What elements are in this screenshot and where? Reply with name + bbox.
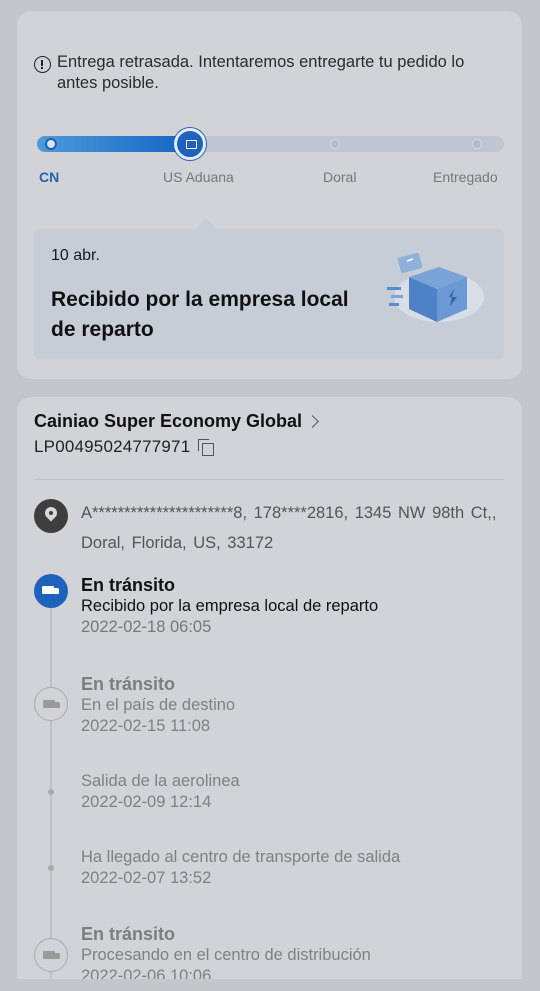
truck-icon [34, 574, 68, 608]
progress-fill [37, 136, 187, 152]
stage-label-doral: Doral [323, 169, 357, 185]
stage-dot-doral [330, 139, 340, 149]
event-time: 2022-02-07 13:52 [81, 869, 212, 887]
timeline-dot [48, 789, 54, 795]
bottom-edge [0, 979, 540, 991]
event-time: 2022-02-09 12:14 [81, 793, 212, 811]
event-description: Ha llegado al centro de transporte de sa… [81, 848, 401, 866]
stage-dot-current [174, 128, 206, 160]
timeline-event: Ha llegado al centro de transporte de sa… [81, 847, 511, 889]
event-description: Recibido por la empresa local de reparto [81, 597, 379, 615]
stage-label-delivered: Entregado [433, 169, 498, 185]
truck-icon [34, 687, 68, 721]
event-time: 2022-02-15 11:08 [81, 717, 211, 735]
delay-message: Entrega retrasada. Intentaremos entregar… [57, 53, 465, 92]
delivery-address: A**********************8, 178****2816, 1… [81, 504, 497, 552]
event-description: En el país de destino [81, 696, 236, 714]
timeline-dot [48, 865, 54, 871]
event-title: En tránsito [81, 924, 176, 944]
location-pin-icon [34, 499, 68, 533]
event-description: Procesando en el centro de distribución [81, 946, 371, 964]
progress-track [37, 128, 504, 160]
package-illustration-icon [387, 252, 484, 322]
event-title: En tránsito [81, 575, 176, 595]
stage-label-cn: CN [39, 169, 60, 185]
delay-notice: Entrega retrasada. Intentaremos entregar… [34, 52, 504, 94]
shipment-status-card: Entrega retrasada. Intentaremos entregar… [17, 11, 522, 379]
timeline-event: En tránsito Procesando en el centro de d… [81, 924, 511, 987]
info-icon [34, 56, 51, 73]
divider [34, 479, 504, 480]
tracking-row: LP00495024777971 [34, 437, 215, 457]
carrier-link[interactable]: Cainiao Super Economy Global [34, 411, 319, 432]
copy-icon[interactable] [198, 439, 215, 456]
stage-dot-cn [45, 138, 57, 150]
event-time: 2022-02-18 06:05 [81, 618, 212, 636]
chevron-right-icon [306, 415, 319, 428]
latest-event-title: Recibido por la empresa local de reparto [51, 288, 349, 341]
truck-icon [34, 938, 68, 972]
timeline-event: En tránsito En el país de destino 2022-0… [81, 674, 511, 737]
timeline-line [50, 604, 52, 991]
event-description: Salida de la aerolinea [81, 772, 240, 790]
stage-dot-delivered [472, 139, 482, 149]
latest-event-date: 10 abr. [51, 247, 100, 264]
shipment-details-card: Cainiao Super Economy Global LP004950247… [17, 397, 522, 991]
carrier-name: Cainiao Super Economy Global [34, 411, 303, 431]
tracking-number: LP00495024777971 [34, 437, 191, 456]
latest-event-box: 10 abr. Recibido por la empresa local de… [34, 218, 504, 359]
timeline-event: Salida de la aerolinea 2022-02-09 12:14 [81, 771, 511, 813]
event-title: En tránsito [81, 674, 176, 694]
stage-label-customs: US Aduana [163, 169, 234, 185]
timeline-event: En tránsito Recibido por la empresa loca… [81, 575, 511, 638]
